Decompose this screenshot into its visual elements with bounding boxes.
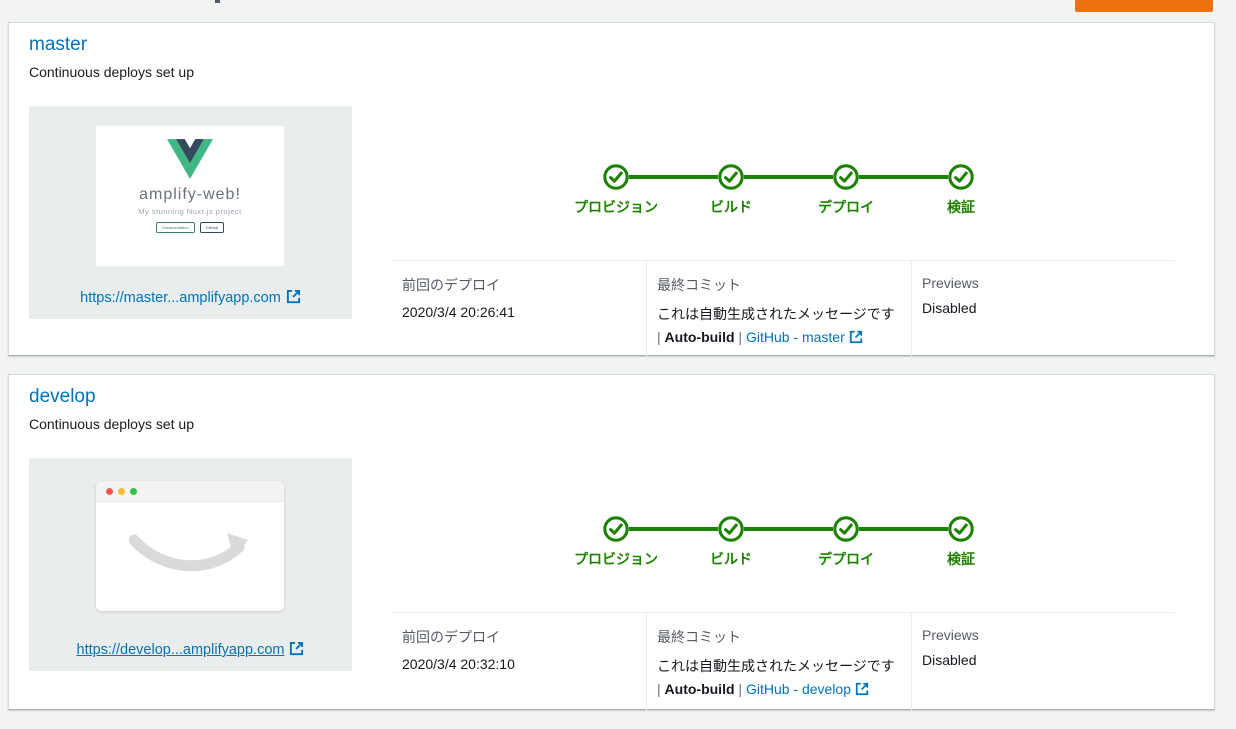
branch-url-link[interactable]: https://master...amplifyapp.com [80, 290, 281, 306]
pipeline-step-deploy[interactable]: デプロイ [818, 549, 874, 569]
previews-column: Previews Disabled [911, 261, 1175, 361]
branch-info-row: 前回のデプロイ 2020/3/4 20:26:41 最終コミット これは自動生成… [391, 260, 1175, 361]
preview-docs-button: Documentation [156, 222, 195, 233]
github-branch-link[interactable]: GitHub - master [746, 329, 863, 345]
auto-build-label: Auto-build [665, 681, 735, 697]
branch-card-develop: develop Continuous deploys set up https:… [8, 374, 1215, 710]
amplify-branches-page: master Continuous deploys set up amplify… [0, 0, 1236, 729]
check-circle-icon [718, 516, 744, 542]
browser-placeholder-image [96, 481, 284, 611]
pipeline-step-verify[interactable]: 検証 [947, 549, 975, 569]
pipeline-step-provision[interactable]: プロビジョン [574, 197, 658, 217]
last-deploy-label: 前回のデプロイ [402, 275, 638, 295]
check-circle-icon [833, 516, 859, 542]
pipeline-step-build[interactable]: ビルド [710, 197, 752, 217]
last-deploy-value: 2020/3/4 20:32:10 [402, 656, 638, 672]
check-circle-icon [948, 516, 974, 542]
check-circle-icon [948, 164, 974, 190]
last-commit-column: 最終コミット これは自動生成されたメッセージです | Auto-build | … [646, 261, 911, 361]
last-deploy-label: 前回のデプロイ [402, 627, 638, 647]
pipeline-step-provision[interactable]: プロビジョン [574, 549, 658, 569]
window-dot-yellow [118, 488, 125, 495]
window-dot-green [130, 488, 137, 495]
check-circle-icon [718, 164, 744, 190]
pipeline-connector [859, 527, 948, 531]
branch-name-link[interactable]: master [29, 34, 87, 56]
external-link-icon [849, 330, 863, 347]
window-dot-red [106, 488, 113, 495]
pipeline-connector [744, 175, 833, 179]
branch-status-text: Continuous deploys set up [29, 416, 194, 432]
preview-app-title: amplify-web! [96, 186, 284, 204]
branch-preview-thumbnail: https://develop...amplifyapp.com [29, 458, 352, 671]
branch-card-master: master Continuous deploys set up amplify… [8, 22, 1215, 356]
last-commit-label: 最終コミット [657, 627, 903, 647]
preview-app-subtitle: My stunning Nuxt.js project [96, 207, 284, 216]
check-circle-icon [603, 516, 629, 542]
pipeline-step-deploy[interactable]: デプロイ [818, 197, 874, 217]
external-link-icon [289, 641, 304, 660]
branch-url-row: https://develop...amplifyapp.com [29, 641, 352, 660]
separator: | [738, 681, 742, 697]
auto-build-label: Auto-build [665, 329, 735, 345]
pipeline-connector [629, 527, 718, 531]
branch-name-link[interactable]: develop [29, 386, 96, 408]
last-deploy-column: 前回のデプロイ 2020/3/4 20:26:41 [391, 261, 646, 361]
header-action-button[interactable] [1075, 0, 1213, 12]
vue-logo-icon [167, 139, 213, 179]
branch-url-link[interactable]: https://develop...amplifyapp.com [77, 642, 285, 658]
external-link-icon [855, 682, 869, 699]
deploy-pipeline: プロビジョン ビルド デプロイ 検証 [603, 516, 974, 566]
commit-message: これは自動生成されたメッセージです [657, 304, 903, 324]
pipeline-step-verify[interactable]: 検証 [947, 197, 975, 217]
pipeline-step-build[interactable]: ビルド [710, 549, 752, 569]
browser-titlebar [96, 481, 284, 502]
check-circle-icon [603, 164, 629, 190]
previews-column: Previews Disabled [911, 613, 1175, 713]
separator: | [657, 681, 661, 697]
last-commit-column: 最終コミット これは自動生成されたメッセージです | Auto-build | … [646, 613, 911, 713]
previews-value: Disabled [922, 300, 1167, 316]
previews-label: Previews [922, 627, 1167, 643]
preview-app-buttons: Documentation GitHub [96, 222, 284, 233]
branch-status-text: Continuous deploys set up [29, 64, 194, 80]
separator: | [738, 329, 742, 345]
github-branch-link[interactable]: GitHub - develop [746, 681, 869, 697]
amazon-smile-icon [129, 532, 251, 576]
pipeline-connector [629, 175, 718, 179]
check-circle-icon [833, 164, 859, 190]
branch-info-row: 前回のデプロイ 2020/3/4 20:32:10 最終コミット これは自動生成… [391, 612, 1175, 713]
app-preview-image: amplify-web! My stunning Nuxt.js project… [96, 126, 284, 266]
branch-preview-thumbnail: amplify-web! My stunning Nuxt.js project… [29, 106, 352, 319]
pipeline-connector [744, 527, 833, 531]
previews-value: Disabled [922, 652, 1167, 668]
preview-github-button: GitHub [200, 222, 224, 233]
previews-label: Previews [922, 275, 1167, 291]
last-deploy-column: 前回のデプロイ 2020/3/4 20:32:10 [391, 613, 646, 713]
last-deploy-value: 2020/3/4 20:26:41 [402, 304, 638, 320]
commit-message: これは自動生成されたメッセージです [657, 656, 903, 676]
last-commit-label: 最終コミット [657, 275, 903, 295]
cropped-text-fragment [215, 0, 220, 3]
external-link-icon [286, 289, 301, 308]
pipeline-connector [859, 175, 948, 179]
branch-url-row: https://master...amplifyapp.com [29, 289, 352, 308]
deploy-pipeline: プロビジョン ビルド デプロイ 検証 [603, 164, 974, 214]
separator: | [657, 329, 661, 345]
